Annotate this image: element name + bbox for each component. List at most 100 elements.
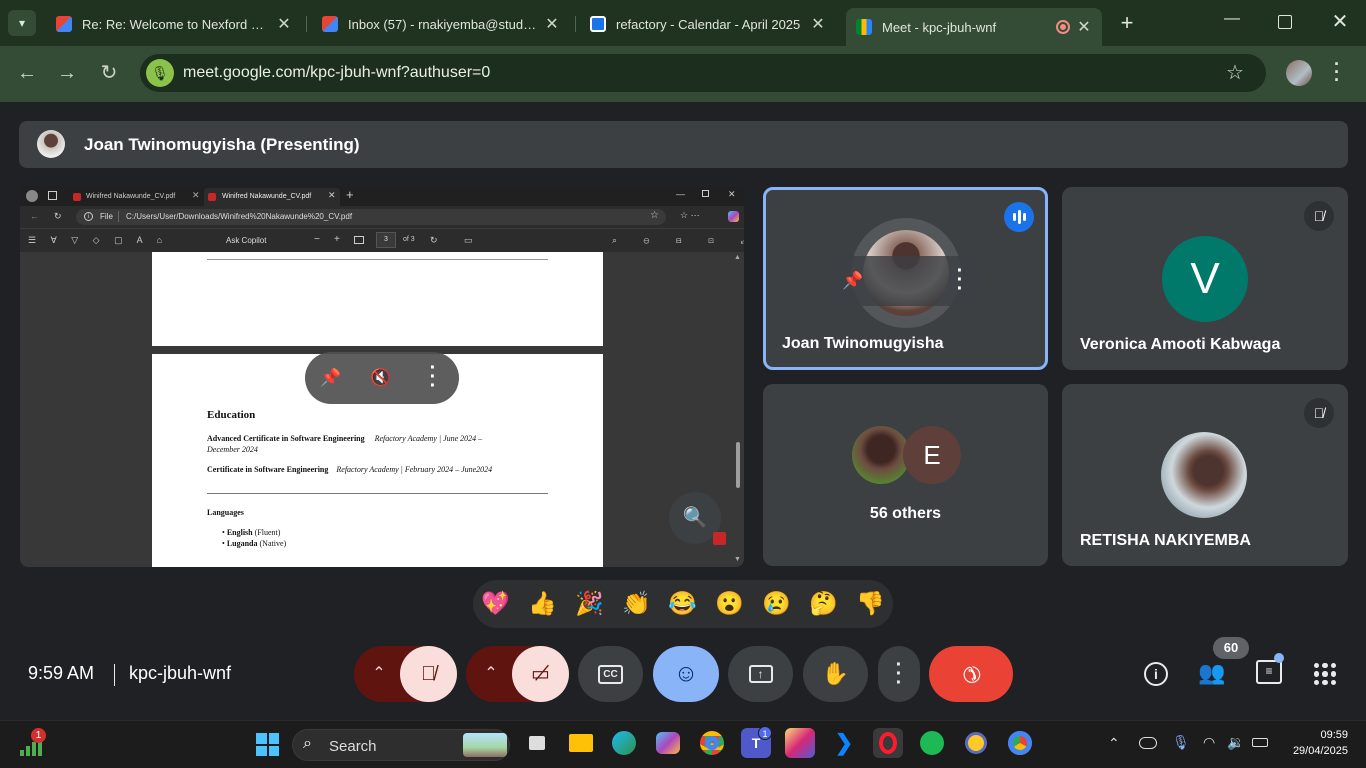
browser-tab-calendar[interactable]: refactory - Calendar - April 2025 ✕	[580, 8, 836, 40]
clock-time[interactable]: 09:59	[1300, 729, 1348, 741]
browser-tab-meet[interactable]: Meet - kpc-jbuh-wnf ✕	[846, 8, 1102, 46]
raise-hand-button[interactable]: ✋	[803, 646, 868, 702]
edge-file-label: File	[100, 212, 113, 221]
tile-hover-pill: 📌 · · ·	[828, 256, 984, 306]
tile-more-icon[interactable]: · · ·	[423, 358, 443, 396]
mic-off-button[interactable]: 🎙̸	[400, 646, 457, 702]
edge-tab-strip: Winifred Nakawunde_CV.pdf ✕ Winifred Nak…	[20, 186, 744, 206]
battery-icon[interactable]	[1252, 738, 1268, 747]
edge-icon[interactable]	[609, 728, 639, 758]
instagram-icon[interactable]	[785, 728, 815, 758]
back-icon[interactable]: ←	[16, 62, 38, 84]
presenter-bar: Joan Twinomugyisha (Presenting)	[19, 121, 1348, 168]
emoji-button[interactable]: ☺	[653, 646, 719, 702]
browser-menu-icon[interactable]: · · ·	[1334, 55, 1340, 89]
tab-title: Re: Re: Welcome to Nexford Univer	[82, 16, 270, 32]
reaction-thumbs-up[interactable]: 👍	[528, 590, 557, 617]
spotify-icon[interactable]	[917, 728, 947, 758]
edge-tab-active: Winifred Nakawunde_CV.pdf	[204, 188, 340, 206]
edge-tab-actions-icon	[48, 191, 57, 200]
recording-icon	[1056, 20, 1070, 34]
tab-list-button[interactable]: ▾	[8, 10, 36, 36]
close-window-button[interactable]: ✕	[1330, 11, 1350, 33]
reaction-thumbs-down[interactable]: 👎	[856, 590, 885, 617]
activities-grid-icon[interactable]	[1314, 663, 1336, 685]
microphone-tray-icon[interactable]: 🎙	[1172, 734, 1190, 751]
reaction-laughing[interactable]: 😂	[668, 590, 697, 617]
chrome-profile-icon[interactable]	[1005, 728, 1035, 758]
participant-name: Joan Twinomugyisha	[782, 335, 944, 352]
reload-icon[interactable]: ↻	[98, 62, 120, 84]
vscode-icon[interactable]: ❯	[829, 728, 859, 758]
camera-options-chevron-icon[interactable]: ⌃	[466, 646, 516, 702]
participant-tile-others[interactable]: E 56 others	[763, 384, 1048, 566]
lang2-name: Luganda	[226, 539, 258, 548]
pdf-scrollbar[interactable]	[736, 442, 740, 488]
notification-badge: 1	[31, 728, 46, 743]
mute-tile-icon[interactable]: 🔇	[367, 364, 395, 392]
restore-window-button[interactable]	[1278, 15, 1292, 29]
camera-off-button[interactable]: ▭̸	[512, 646, 569, 702]
taskbar-search-box[interactable]: ⌕ Search	[292, 729, 510, 761]
start-windows-icon[interactable]	[256, 733, 279, 756]
reaction-party-popper[interactable]: 🎉	[575, 590, 604, 617]
pdf-page-previous	[152, 252, 603, 346]
edge-address-row: ← ↻ i File C:/Users/User/Downloads/Winif…	[20, 206, 744, 228]
participant-tile-retisha[interactable]: 🎙̸ RETISHA NAKIYEMBA	[1062, 384, 1348, 566]
site-info-icon[interactable]: 🎙	[146, 59, 174, 87]
reaction-crying[interactable]: 😢	[762, 590, 791, 617]
close-tab-icon[interactable]: ✕	[1076, 17, 1092, 37]
file-explorer-icon[interactable]	[566, 728, 596, 758]
present-screen-button[interactable]: ↑	[728, 646, 793, 702]
search-icon: ⌕	[303, 735, 312, 752]
copilot-icon[interactable]	[653, 728, 683, 758]
participant-name: RETISHA NAKIYEMBA	[1080, 532, 1251, 549]
new-tab-button[interactable]: +	[1116, 10, 1138, 36]
onedrive-icon[interactable]	[1139, 737, 1157, 749]
wifi-icon[interactable]: ◠	[1203, 734, 1215, 751]
meet-icon	[856, 19, 872, 35]
reaction-surprised[interactable]: 😮	[715, 590, 744, 617]
lang1-level: (Fluent)	[254, 528, 281, 537]
tray-overflow-icon[interactable]: ⌃	[1108, 735, 1120, 752]
reaction-clapping[interactable]: 👏	[622, 590, 651, 617]
meeting-details-icon[interactable]: i	[1144, 662, 1168, 686]
pin-icon[interactable]: 📌	[840, 267, 866, 295]
forward-icon[interactable]: →	[56, 62, 78, 84]
reaction-sparkling-heart[interactable]: 💖	[481, 590, 510, 617]
chat-icon[interactable]: ≡	[1256, 660, 1282, 684]
volume-icon[interactable]: 🔉	[1227, 734, 1244, 751]
end-call-button[interactable]: ✆	[929, 646, 1013, 702]
acrobat-icon	[713, 532, 726, 545]
vpn-icon[interactable]	[961, 728, 991, 758]
task-view-icon[interactable]	[522, 728, 552, 758]
close-tab-icon[interactable]: ✕	[810, 14, 826, 34]
clock-date[interactable]: 29/04/2025	[1280, 745, 1348, 757]
bookmark-star-icon[interactable]: ☆	[1226, 60, 1244, 85]
mic-options-chevron-icon[interactable]: ⌃	[354, 646, 404, 702]
gmail-icon	[56, 16, 72, 32]
profile-avatar[interactable]	[1286, 60, 1312, 86]
browser-tab-gmail-welcome[interactable]: Re: Re: Welcome to Nexford Univer ✕	[46, 8, 302, 40]
mic-group: ⌃ 🎙̸	[354, 646, 457, 702]
people-icon[interactable]: 👥	[1198, 660, 1226, 688]
address-bar[interactable]: 🎙 meet.google.com/kpc-jbuh-wnf?authuser=…	[140, 54, 1266, 92]
unpin-icon[interactable]: 📌	[317, 364, 345, 392]
reaction-thinking[interactable]: 🤔	[809, 590, 838, 617]
close-tab-icon[interactable]: ✕	[544, 14, 560, 34]
end-call-icon: ✆	[955, 658, 987, 690]
cert2-name: Certificate in Software Engineering	[207, 465, 329, 474]
captions-button[interactable]: CC	[578, 646, 643, 702]
chrome-icon[interactable]	[697, 728, 727, 758]
participant-tile-joan[interactable]: 📌 · · · Joan Twinomugyisha	[763, 187, 1048, 370]
close-tab-icon[interactable]: ✕	[276, 14, 292, 34]
opera-icon[interactable]	[873, 728, 903, 758]
lang2-level: (Native)	[259, 539, 287, 548]
minimize-window-button[interactable]: —	[1222, 11, 1242, 32]
pdf-toolbar: ☰ ∀ ▽ ◇ ▢ A ⌂ Ask Copilot − + 3 of 3 ↻ ▭…	[20, 228, 744, 252]
participant-tile-veronica[interactable]: 🎙̸ V Veronica Amooti Kabwaga	[1062, 187, 1348, 370]
more-options-button[interactable]: · · ·	[878, 646, 920, 702]
cert2-detail: Refactory Academy | February 2024 – June…	[336, 465, 493, 474]
browser-tab-gmail-inbox[interactable]: Inbox (57) - rnakiyemba@student.n ✕	[312, 8, 570, 40]
tile-more-icon[interactable]: · · ·	[950, 261, 970, 299]
